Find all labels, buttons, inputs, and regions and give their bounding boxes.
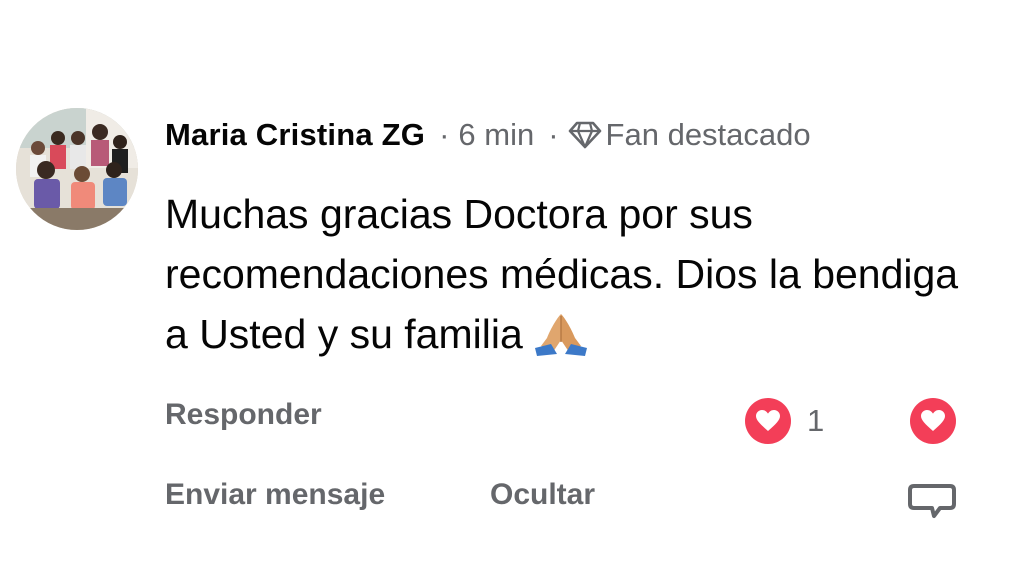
folded-hands-emoji bbox=[534, 314, 587, 356]
author-name[interactable]: Maria Cristina ZG bbox=[165, 117, 425, 153]
reaction-count: 1 bbox=[807, 403, 825, 438]
heart-icon bbox=[745, 398, 791, 444]
comment-header: Maria Cristina ZG · 6 min · Fan destacad… bbox=[165, 112, 811, 158]
hide-button[interactable]: Ocultar bbox=[490, 478, 595, 512]
separator-dot-2: · bbox=[548, 117, 559, 152]
heart-react-button[interactable] bbox=[910, 398, 956, 444]
separator-dot: · bbox=[439, 117, 450, 152]
reply-button[interactable]: Responder bbox=[165, 398, 322, 432]
comment-bubble-icon[interactable] bbox=[906, 482, 958, 524]
comment-text: Muchas gracias Doctora por sus recomenda… bbox=[165, 184, 985, 364]
avatar-photo bbox=[16, 108, 138, 230]
diamond-icon bbox=[568, 121, 601, 149]
send-message-button[interactable]: Enviar mensaje bbox=[165, 478, 385, 512]
heart-icon bbox=[921, 410, 945, 431]
avatar[interactable] bbox=[16, 108, 138, 230]
comment-time[interactable]: 6 min bbox=[458, 117, 534, 153]
reaction-summary[interactable]: 1 bbox=[745, 398, 824, 444]
fan-badge-label: Fan destacado bbox=[605, 117, 811, 152]
